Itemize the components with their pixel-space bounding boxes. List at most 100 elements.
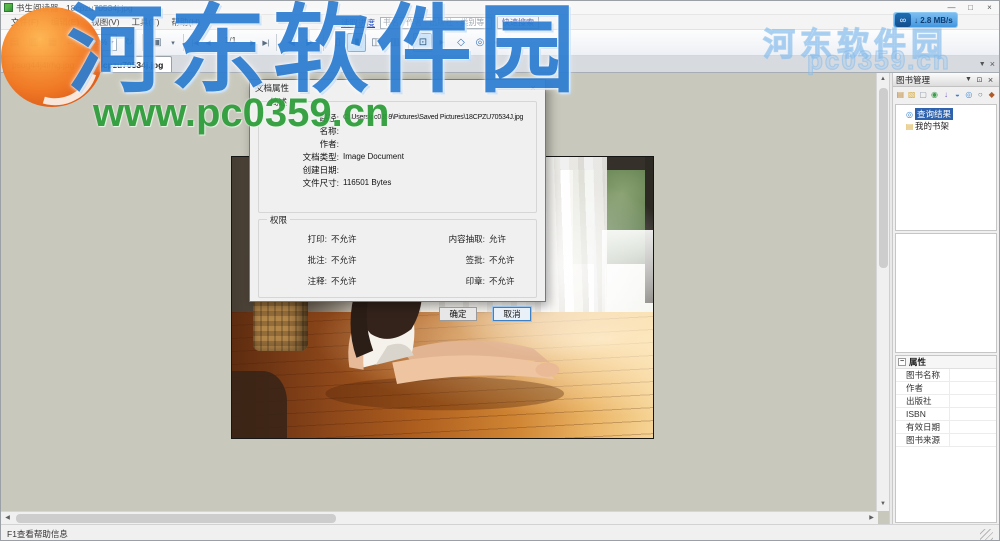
- next-page-icon[interactable]: ▶: [246, 33, 259, 52]
- property-row[interactable]: 图书来源: [896, 434, 996, 447]
- book-list-pane[interactable]: [895, 233, 997, 353]
- magnifier-icon[interactable]: ○: [975, 89, 985, 101]
- document-tab-bar: psug44j4irhg.jpg 18cpzu70534j.jpg ▼ ×: [1, 56, 999, 73]
- dialog-title-bar[interactable]: 文档属性 ×: [250, 80, 545, 95]
- scroll-right-icon[interactable]: ▶: [865, 512, 878, 525]
- dialog-close-icon[interactable]: ×: [526, 83, 540, 93]
- hand-tool-icon[interactable]: ◇: [451, 33, 470, 52]
- select-tool-icon[interactable]: ▸: [432, 33, 451, 52]
- search-icon[interactable]: ◎: [964, 89, 974, 101]
- info-icon[interactable]: ◒: [952, 89, 962, 101]
- tab-list-dropdown-icon[interactable]: ▼: [979, 61, 986, 68]
- open-shelf-icon[interactable]: ▧: [906, 89, 916, 101]
- title-bar[interactable]: 书生阅读器 - 18cpzu70534j.jpg — □ ×: [1, 1, 999, 15]
- horizontal-scroll-thumb[interactable]: [16, 514, 336, 523]
- menu-view[interactable]: 视图(V): [85, 16, 125, 28]
- page-indicator[interactable]: 1/1: [214, 35, 246, 50]
- dialog-title: 文档属性: [255, 82, 289, 94]
- thumbnail-panel-icon[interactable]: ▣: [147, 33, 166, 52]
- zoom-tool-icon[interactable]: ◎: [470, 33, 489, 52]
- history-forward-icon[interactable]: ▶: [300, 33, 319, 52]
- previous-page-icon[interactable]: ◀: [201, 33, 214, 52]
- property-row[interactable]: 作者: [896, 382, 996, 395]
- history-back-icon[interactable]: ◀: [281, 33, 300, 52]
- collapse-icon[interactable]: −: [898, 358, 906, 366]
- email-icon[interactable]: ✉: [62, 33, 81, 52]
- tab-label: 18cpzu70534j.jpg: [93, 60, 163, 70]
- refresh-icon[interactable]: ↻: [119, 33, 138, 52]
- quick-search-button[interactable]: 快速搜索: [497, 16, 539, 29]
- thumbnail-dropdown-icon[interactable]: ▾: [166, 33, 179, 52]
- export-icon[interactable]: ◆: [987, 89, 997, 101]
- menu-tools[interactable]: 工具(T): [126, 16, 166, 28]
- vertical-scrollbar[interactable]: ▲ ▼: [876, 73, 889, 511]
- single-page-view-icon[interactable]: ▯: [328, 33, 347, 52]
- property-row[interactable]: 出版社: [896, 395, 996, 408]
- property-row[interactable]: ISBN: [896, 408, 996, 421]
- tool-dropdown-icon[interactable]: ▾: [489, 33, 502, 52]
- panel-menu-icon[interactable]: ▼: [963, 76, 974, 83]
- folder-icon: ▤: [904, 122, 915, 131]
- annotate-permission-label: 批注:: [265, 254, 331, 266]
- panel-title: 图书管理: [896, 74, 963, 86]
- tab-psug44j4irhg[interactable]: psug44j4irhg.jpg: [3, 56, 83, 72]
- scroll-up-icon[interactable]: ▲: [877, 73, 890, 86]
- download-icon[interactable]: ↓: [941, 89, 951, 101]
- last-page-icon[interactable]: ▶|: [259, 33, 272, 52]
- continuous-view-icon[interactable]: ▮: [347, 33, 366, 52]
- open-icon[interactable]: ▤: [5, 33, 24, 52]
- extract-permission-value: 允许: [489, 233, 551, 245]
- summary-group: 简述 路径:C:\Users\pc0359\Pictures\Saved Pic…: [258, 101, 537, 213]
- cancel-button[interactable]: 取消: [493, 307, 531, 321]
- path-value: C:\Users\pc0359\Pictures\Saved Pictures\…: [343, 113, 530, 123]
- scroll-left-icon[interactable]: ◀: [1, 512, 14, 525]
- tree-item-query-results[interactable]: ◎ 查询结果: [904, 108, 994, 120]
- download-speed-badge[interactable]: ∞ ↓ 2.8 MB/s: [893, 12, 958, 28]
- permissions-group-label: 权限: [267, 214, 290, 226]
- properties-group-header[interactable]: − 属性: [896, 356, 996, 369]
- book-search-input[interactable]: [380, 17, 492, 29]
- horizontal-scrollbar[interactable]: ◀ ▶: [1, 511, 878, 524]
- tree-item-label: 我的书架: [915, 120, 949, 132]
- scroll-down-icon[interactable]: ▼: [877, 498, 890, 511]
- tree-item-my-bookshelf[interactable]: ▤ 我的书架: [904, 120, 994, 132]
- document-icon[interactable]: ▢: [918, 89, 928, 101]
- vertical-scroll-thumb[interactable]: [879, 88, 888, 268]
- created-value: [343, 165, 530, 175]
- globe-icon[interactable]: ◉: [929, 89, 939, 101]
- snapshot-tool-icon[interactable]: ⊡: [413, 33, 432, 52]
- ok-button[interactable]: 确定: [439, 307, 477, 321]
- minimize-button[interactable]: —: [942, 3, 961, 12]
- new-shelf-icon[interactable]: ▤: [895, 89, 905, 101]
- menu-edit[interactable]: 编辑(E): [45, 16, 85, 28]
- read-progress-link[interactable]: 读取进度: [341, 17, 375, 29]
- menu-bar: 文件(F) 编辑(E) 视图(V) 工具(T) 帮助(H) 读取进度 快速搜索: [1, 15, 999, 30]
- panel-header[interactable]: 图书管理 ▼ ⊡ ×: [893, 73, 999, 87]
- print-icon[interactable]: ▦: [43, 33, 62, 52]
- property-row[interactable]: 有效日期: [896, 421, 996, 434]
- panel-close-icon[interactable]: ×: [985, 75, 996, 85]
- tab-18cpzu70534j[interactable]: 18cpzu70534j.jpg: [84, 56, 172, 72]
- permissions-group: 权限 打印: 不允许 内容抽取: 允许 批注: 不允许 签批: 不允许 注释: …: [258, 219, 537, 298]
- continuous-facing-view-icon[interactable]: ▥: [385, 33, 404, 52]
- download-speed-text: ↓ 2.8 MB/s: [914, 16, 953, 25]
- property-row[interactable]: 图书名称: [896, 369, 996, 382]
- print-permission-value: 不允许: [331, 233, 397, 245]
- close-document-icon[interactable]: ×: [990, 59, 995, 69]
- resize-grip-icon[interactable]: [980, 529, 993, 541]
- filesize-value: 116501 Bytes: [343, 178, 530, 188]
- property-label: 出版社: [896, 395, 950, 408]
- property-label: 作者: [896, 382, 950, 395]
- menu-file[interactable]: 文件(F): [5, 16, 45, 28]
- menu-help[interactable]: 帮助(H): [165, 16, 206, 28]
- close-button[interactable]: ×: [980, 3, 999, 12]
- first-page-icon[interactable]: |◀: [188, 33, 201, 52]
- facing-view-icon[interactable]: ◫: [366, 33, 385, 52]
- tab-bar-controls: ▼ ×: [979, 56, 999, 72]
- maximize-button[interactable]: □: [961, 3, 980, 12]
- pin-icon[interactable]: ⊡: [974, 76, 985, 84]
- toolbar-separator: [183, 34, 184, 51]
- zoom-combo[interactable]: 100% ▾: [83, 34, 117, 51]
- save-icon[interactable]: ▥: [24, 33, 43, 52]
- toolbar-separator: [408, 34, 409, 51]
